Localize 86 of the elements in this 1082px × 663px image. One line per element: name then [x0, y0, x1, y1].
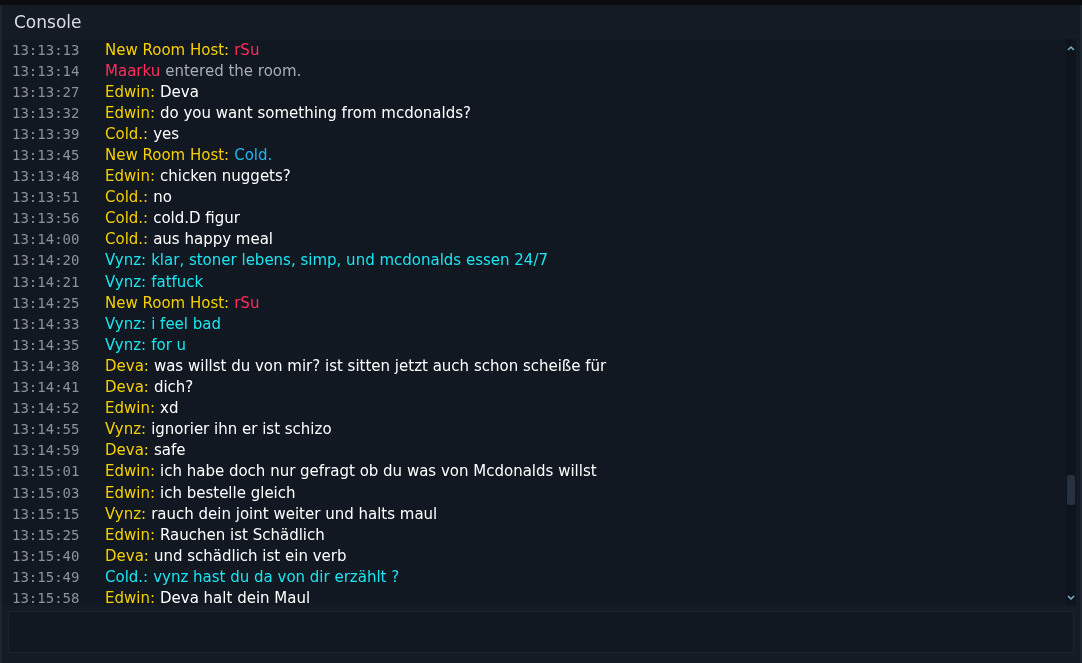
timestamp: 13:15:25 [12, 526, 81, 543]
sender-name: Cold.: [105, 124, 149, 143]
sender-name: Vynz: [105, 504, 147, 523]
timestamp: 13:15:49 [12, 568, 81, 585]
chevron-up-icon[interactable] [1067, 45, 1075, 51]
message-text: ignorier ihn er ist schizo [151, 420, 332, 439]
message-text: was willst du von mir? ist sitten jetzt auch schon scheiße für [153, 356, 607, 375]
sender-name: Vynz: [105, 272, 147, 291]
sender-name: Edwin: [105, 462, 155, 481]
timestamp: 13:15:40 [12, 547, 81, 564]
timestamp: 13:14:38 [12, 357, 81, 374]
message-text: und schädlich ist ein verb [153, 546, 347, 565]
timestamp: 13:13:14 [12, 62, 81, 79]
sender-name: Cold.: [105, 209, 149, 228]
timestamp: 13:14:55 [12, 421, 81, 438]
window-title: Console [13, 11, 83, 33]
sender-name: Edwin: [105, 167, 155, 186]
sender-name: Edwin: [105, 483, 155, 502]
timestamp: 13:15:01 [12, 463, 81, 480]
message-text: yes [153, 124, 180, 143]
timestamp: 13:14:52 [12, 400, 81, 417]
timestamp: 13:15:15 [12, 505, 81, 522]
timestamp: 13:13:56 [12, 210, 81, 227]
message-text: chicken nuggets? [160, 167, 291, 186]
sender-name: Edwin: [105, 525, 155, 544]
timestamp: 13:14:59 [12, 442, 81, 459]
timestamp: 13:13:48 [12, 168, 81, 185]
scrollbar[interactable] [1066, 39, 1076, 605]
timestamp: 13:15:58 [12, 590, 81, 605]
timestamp: 13:13:45 [12, 147, 81, 163]
sender-name: New Room Host: [105, 40, 230, 59]
message-text: Deva halt dein Maul [160, 589, 311, 605]
message-text: ich bestelle gleich [160, 483, 296, 502]
timestamp: 13:14:35 [12, 336, 81, 353]
message-text: rSu [234, 293, 260, 312]
sender-name: Vynz: [105, 335, 147, 354]
scrollbar-thumb[interactable] [1067, 475, 1075, 505]
timestamp: 13:15:03 [12, 484, 81, 501]
sender-name: Vynz: [105, 251, 147, 270]
sender-name: New Room Host: [105, 293, 230, 312]
timestamp: 13:13:27 [12, 83, 81, 100]
sender-name: Edwin: [105, 399, 155, 418]
message-text: Rauchen ist Schädlich [160, 525, 325, 544]
timestamp: 13:14:20 [12, 252, 81, 269]
chevron-down-icon[interactable] [1067, 595, 1075, 601]
message-text: xd [160, 399, 179, 418]
timestamp: 13:14:25 [12, 294, 81, 311]
sender-name: Cold.: [105, 188, 149, 207]
sender-name: Cold.: [105, 230, 149, 249]
timestamp: 13:13:51 [12, 189, 81, 206]
sender-name: Deva: [105, 546, 149, 565]
timestamp: 13:14:00 [12, 231, 81, 248]
message-text: Deva [160, 82, 199, 101]
sender-name: Edwin: [105, 82, 155, 101]
message-text: Cold. [234, 146, 273, 164]
sender-name: Deva: [105, 378, 149, 397]
timestamp: 13:13:32 [12, 104, 81, 121]
message-text: for u [151, 335, 187, 354]
message-text: no [153, 188, 172, 207]
sender-name: Maarku [105, 61, 161, 80]
message-text: ich habe doch nur gefragt ob du was von Mcdonalds willst [160, 462, 597, 481]
timestamp: 13:14:41 [12, 379, 81, 396]
message-text: fatfuck [151, 272, 204, 291]
sender-name: Deva: [105, 356, 149, 375]
sender-name: Vynz: [105, 420, 147, 439]
sender-name: Vynz: [105, 314, 147, 333]
timestamp: 13:14:21 [12, 273, 81, 290]
message-text: entered the room. [165, 61, 302, 80]
message-text: aus happy meal [153, 230, 274, 249]
sender-name: Cold.: [105, 567, 149, 586]
message-text: rSu [234, 40, 260, 59]
message-text: rauch dein joint weiter und halts maul [151, 504, 438, 523]
message-text: dich? [153, 378, 194, 397]
timestamp: 13:14:33 [12, 315, 81, 332]
message-text: safe [153, 441, 186, 460]
sender-name: Edwin: [105, 103, 155, 122]
timestamp: 13:13:13 [12, 41, 81, 58]
timestamp: 13:13:39 [12, 125, 81, 142]
sender-name: Deva: [105, 441, 149, 460]
sender-name: New Room Host: [105, 146, 230, 164]
sender-name: Edwin: [105, 589, 155, 605]
message-text: vynz hast du da von dir erzählt ? [153, 567, 400, 586]
message-text: klar, stoner lebens, simp, und mcdonalds essen 24/7 [151, 251, 548, 270]
message-text: cold.D figur [153, 209, 240, 228]
message-text: i feel bad [151, 314, 221, 333]
message-text: do you want something from mcdonalds? [160, 103, 471, 122]
